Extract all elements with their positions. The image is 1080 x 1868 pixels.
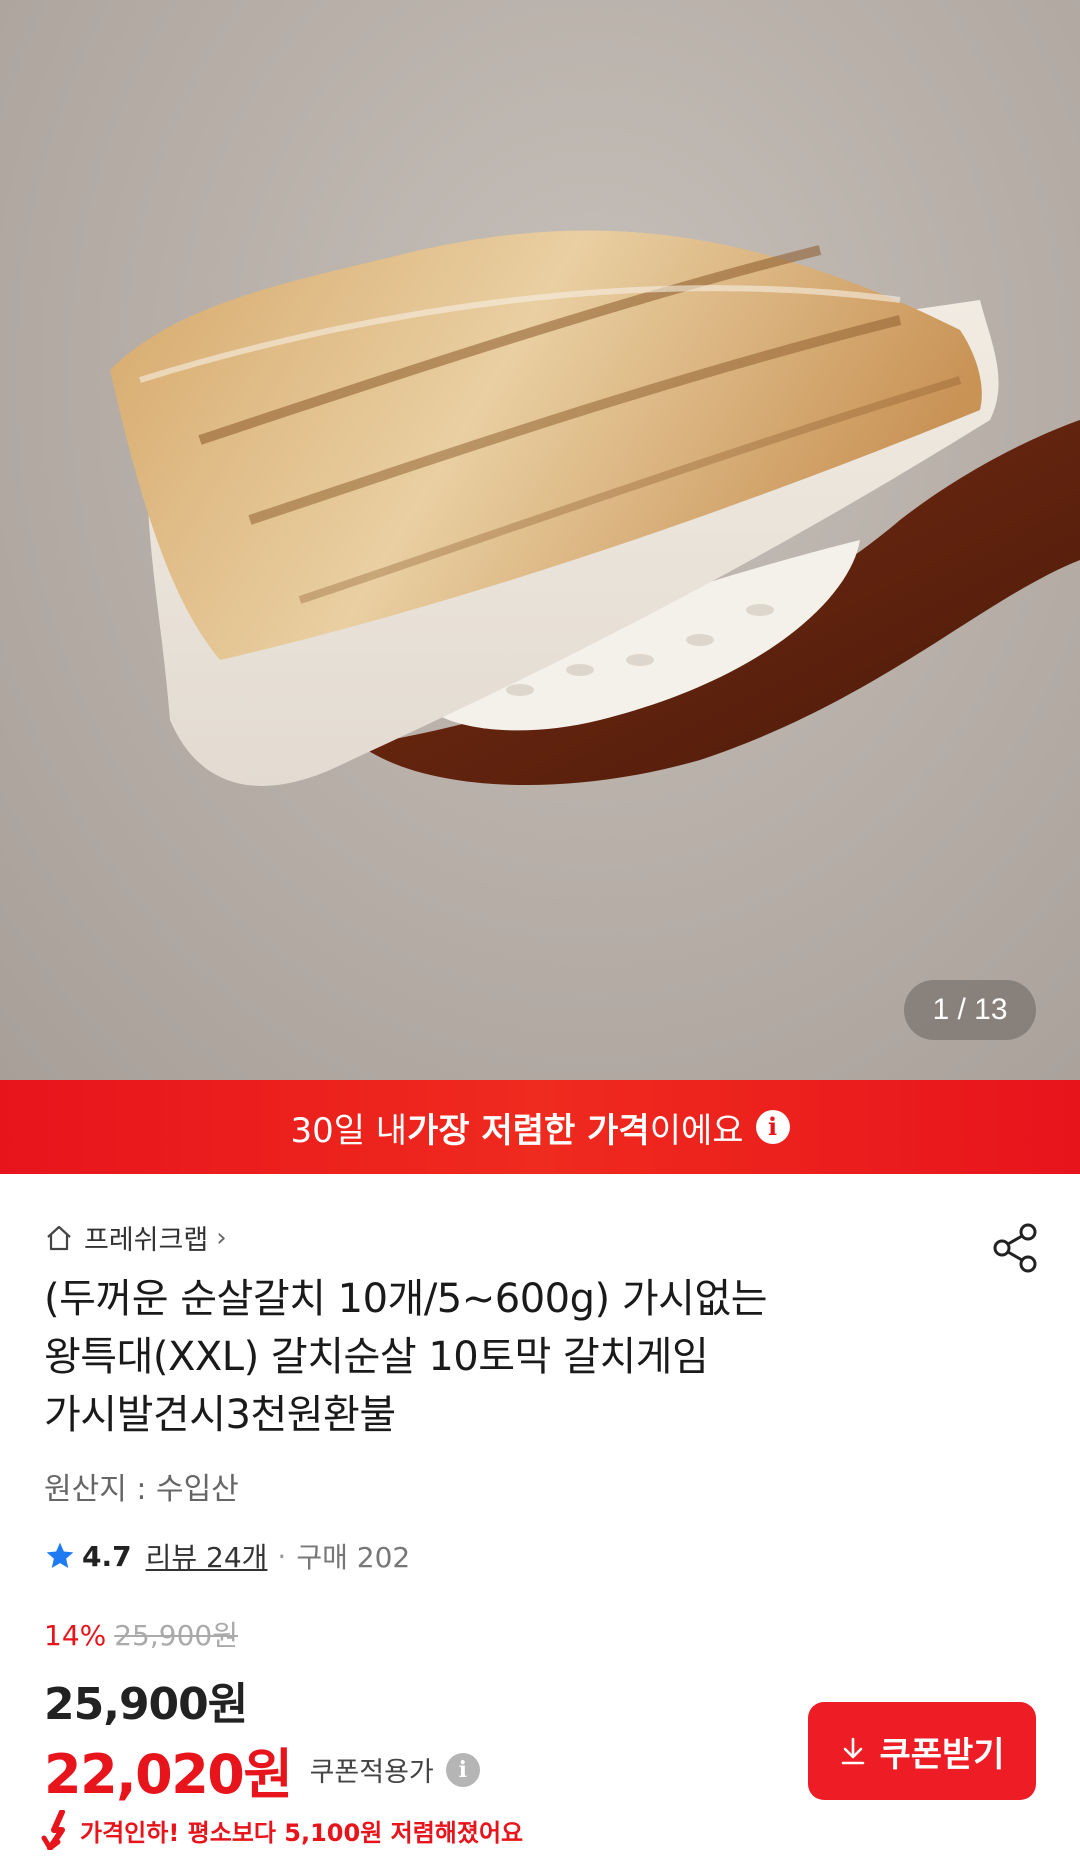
banner-prefix: 30일 내 — [290, 1110, 408, 1151]
chevron-right-icon: › — [216, 1222, 227, 1253]
rating-value: 4.7 — [82, 1539, 132, 1573]
share-icon[interactable] — [990, 1222, 1040, 1274]
star-icon — [46, 1542, 74, 1568]
product-title-line: 왕특대(XXL) 갈치순살 10토막 갈치게임 — [44, 1334, 709, 1380]
purchase-count: 구매 202 — [296, 1541, 411, 1574]
review-link[interactable]: 리뷰 24개 — [146, 1536, 268, 1576]
coupon-price-label: 쿠폰적용가 — [309, 1757, 434, 1788]
product-title-line: 가시발견시3천원환불 — [44, 1392, 396, 1438]
coupon-info-icon[interactable]: i — [445, 1752, 480, 1787]
download-icon — [842, 1737, 865, 1765]
sale-price: 25,900원 — [44, 1679, 248, 1730]
store-link[interactable]: 프레쉬크랩 › — [44, 1218, 227, 1257]
image-pager: 1 / 13 — [904, 980, 1036, 1040]
banner-emphasis: 가장 저렴한 가격 — [407, 1110, 650, 1151]
coupon-price: 22,020원 — [44, 1743, 293, 1806]
get-coupon-label: 쿠폰받기 — [879, 1734, 1005, 1775]
discount-percent: 14% — [44, 1619, 107, 1652]
info-icon[interactable]: i — [755, 1110, 790, 1144]
lowest-price-banner[interactable]: 30일 내 가장 저렴한 가격 이에요 i — [0, 1080, 1080, 1174]
product-title-line: (두꺼운 순살갈치 10개/5~600g) 가시없는 — [44, 1276, 768, 1322]
arrow-down-icon — [41, 1810, 65, 1850]
price-drop-note: 가격인하! 평소보다 5,100원 저렴해졌어요 — [40, 1810, 523, 1850]
rating-row: 4.7 리뷰 24개 · 구매 202 — [44, 1536, 410, 1576]
coupon-price-row: 22,020원 쿠폰적용가 i — [44, 1730, 480, 1809]
price-drop-text: 가격인하! 평소보다 5,100원 저렴해졌어요 — [80, 1818, 524, 1847]
original-price: 25,900원 — [114, 1619, 238, 1652]
country-of-origin: 원산지 : 수입산 — [44, 1472, 239, 1507]
banner-suffix: 이에요 — [649, 1110, 744, 1151]
grilled-fish-illustration — [110, 230, 1080, 786]
store-name: 프레쉬크랩 — [84, 1225, 209, 1256]
discount-row: 14% 25,900원 — [44, 1614, 238, 1654]
separator-dot: · — [277, 1539, 287, 1573]
product-title: (두꺼운 순살갈치 10개/5~600g) 가시없는 왕특대(XXL) 갈치순살… — [44, 1270, 944, 1444]
get-coupon-button[interactable]: 쿠폰받기 — [808, 1702, 1036, 1800]
home-icon — [47, 1225, 71, 1250]
product-image[interactable]: 1 / 13 — [0, 0, 1080, 1080]
